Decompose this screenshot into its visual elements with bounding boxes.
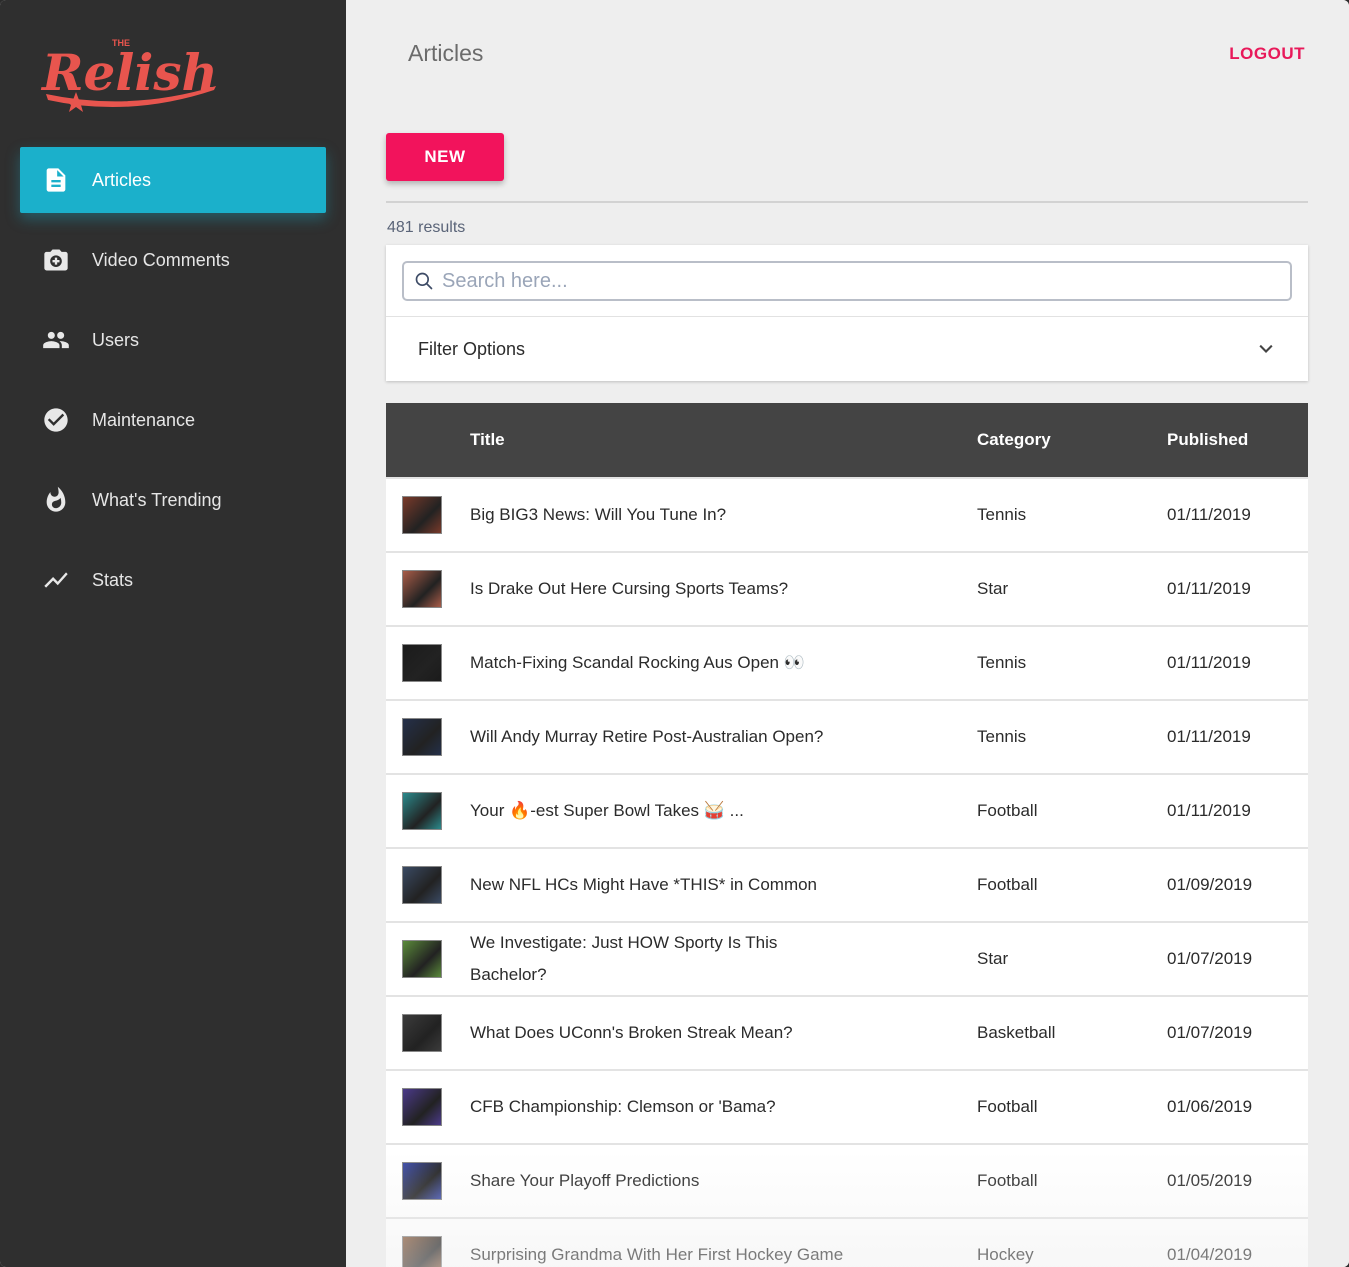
article-title: New NFL HCs Might Have *THIS* in Common	[470, 875, 818, 894]
sidebar-item-maintenance[interactable]: Maintenance	[20, 387, 326, 453]
table-row[interactable]: Big BIG3 News: Will You Tune In? Tennis 01…	[386, 477, 1308, 551]
trend-line-icon	[40, 564, 72, 596]
filter-options-label: Filter Options	[418, 338, 526, 359]
article-published-date: 01/07/2019	[1167, 949, 1253, 968]
article-category: Football	[977, 801, 1038, 820]
article-published-date: 01/07/2019	[1167, 1023, 1253, 1042]
search-input[interactable]	[442, 269, 1290, 293]
article-title: CFB Championship: Clemson or 'Bama?	[470, 1097, 776, 1116]
table-row[interactable]: Your 🔥-est Super Bowl Takes 🥁 ... Footbal…	[386, 773, 1308, 847]
article-category: Hockey	[977, 1245, 1034, 1264]
table-row[interactable]: Match-Fixing Scandal Rocking Aus Open 👀 T…	[386, 625, 1308, 699]
article-category: Football	[977, 1097, 1038, 1116]
chevron-down-icon	[1259, 344, 1273, 353]
sidebar: THE Relish Articles Video Comments Users…	[0, 0, 346, 1267]
column-header-category[interactable]: Category	[977, 430, 1167, 450]
main-content: Articles LOGOUT NEW 481 results Filter O…	[346, 0, 1349, 1267]
article-thumbnail	[402, 866, 442, 904]
article-published-date: 01/11/2019	[1167, 653, 1251, 672]
table-row[interactable]: Will Andy Murray Retire Post-Australian …	[386, 699, 1308, 773]
divider	[386, 201, 1308, 203]
article-category: Football	[977, 1171, 1038, 1190]
article-published-date: 01/06/2019	[1167, 1097, 1253, 1116]
table-body: Big BIG3 News: Will You Tune In? Tennis 01…	[386, 477, 1308, 1267]
sidebar-item-stats[interactable]: Stats	[20, 547, 326, 613]
app-window: THE Relish Articles Video Comments Users…	[0, 0, 1349, 1267]
results-count: 481 results	[387, 219, 466, 236]
sidebar-item-video-comments[interactable]: Video Comments	[20, 227, 326, 293]
article-published-date: 01/11/2019	[1167, 727, 1251, 746]
sidebar-nav: Articles Video Comments Users Maintenanc…	[20, 147, 326, 627]
table-header: Title Category Published	[386, 403, 1308, 477]
article-thumbnail	[402, 496, 442, 534]
article-title: Match-Fixing Scandal Rocking Aus Open 👀	[470, 653, 805, 672]
search-icon	[415, 272, 433, 290]
article-category: Star	[977, 949, 1009, 968]
sidebar-item-label: Maintenance	[92, 409, 196, 430]
article-title: Will Andy Murray Retire Post-Australian …	[470, 727, 824, 746]
article-title: What Does UConn's Broken Streak Mean?	[470, 1023, 793, 1042]
article-category: Tennis	[977, 653, 1027, 672]
article-thumbnail	[402, 1014, 442, 1052]
sidebar-item-label: Stats	[92, 569, 134, 590]
article-published-date: 01/04/2019	[1167, 1245, 1253, 1264]
article-thumbnail	[402, 570, 442, 608]
filter-options-toggle[interactable]: Filter Options	[386, 316, 1308, 381]
article-title: Surprising Grandma With Her First Hockey…	[470, 1245, 844, 1264]
article-title: Share Your Playoff Predictions	[470, 1171, 700, 1190]
table-row[interactable]: CFB Championship: Clemson or 'Bama? Footb…	[386, 1069, 1308, 1143]
article-title: Big BIG3 News: Will You Tune In?	[470, 505, 727, 524]
article-category: Tennis	[977, 727, 1027, 746]
sidebar-item-label: Users	[92, 329, 140, 350]
column-header-title[interactable]: Title	[470, 430, 977, 450]
article-thumbnail	[402, 1162, 442, 1200]
document-icon	[40, 164, 72, 196]
sidebar-item-label: Articles	[92, 169, 152, 190]
article-published-date: 01/05/2019	[1167, 1171, 1253, 1190]
article-title: We Investigate: Just HOW Sporty Is This …	[470, 933, 778, 984]
article-category: Tennis	[977, 505, 1027, 524]
article-title: Your 🔥-est Super Bowl Takes 🥁 ...	[470, 801, 744, 820]
article-thumbnail	[402, 792, 442, 830]
sidebar-item-users[interactable]: Users	[20, 307, 326, 373]
sidebar-item-whats-trending[interactable]: What's Trending	[20, 467, 326, 533]
article-published-date: 01/11/2019	[1167, 505, 1251, 524]
search-box[interactable]	[402, 261, 1292, 301]
page-title: Articles	[408, 40, 484, 66]
article-published-date: 01/11/2019	[1167, 579, 1251, 598]
sidebar-item-articles[interactable]: Articles	[20, 147, 326, 213]
new-article-button[interactable]: NEW	[386, 133, 504, 181]
article-thumbnail	[402, 940, 442, 978]
relish-logo[interactable]: THE Relish	[40, 34, 220, 112]
users-icon	[40, 324, 72, 356]
table-row[interactable]: Is Drake Out Here Cursing Sports Teams? S…	[386, 551, 1308, 625]
sidebar-item-label: What's Trending	[92, 489, 222, 510]
article-category: Basketball	[977, 1023, 1056, 1042]
article-published-date: 01/09/2019	[1167, 875, 1253, 894]
table-row[interactable]: What Does UConn's Broken Streak Mean? Bas…	[386, 995, 1308, 1069]
article-category: Football	[977, 875, 1038, 894]
camera-icon	[40, 244, 72, 276]
column-header-published[interactable]: Published	[1167, 430, 1308, 450]
article-thumbnail	[402, 1236, 442, 1267]
article-thumbnail	[402, 1088, 442, 1126]
table-row[interactable]: Surprising Grandma With Her First Hockey…	[386, 1217, 1308, 1267]
article-category: Star	[977, 579, 1009, 598]
table-row[interactable]: We Investigate: Just HOW Sporty Is This …	[386, 921, 1308, 995]
article-thumbnail	[402, 718, 442, 756]
flame-icon	[40, 484, 72, 516]
article-published-date: 01/11/2019	[1167, 801, 1251, 820]
article-title: Is Drake Out Here Cursing Sports Teams?	[470, 579, 789, 598]
sidebar-item-label: Video Comments	[92, 249, 230, 270]
articles-table: Title Category Published Big BIG3 News: …	[386, 403, 1308, 1267]
table-row[interactable]: New NFL HCs Might Have *THIS* in Common F…	[386, 847, 1308, 921]
logout-button[interactable]: LOGOUT	[1229, 44, 1305, 64]
check-circle-icon	[40, 404, 72, 436]
table-row[interactable]: Share Your Playoff Predictions Football 01…	[386, 1143, 1308, 1217]
search-card: Filter Options	[386, 245, 1308, 381]
article-thumbnail	[402, 644, 442, 682]
